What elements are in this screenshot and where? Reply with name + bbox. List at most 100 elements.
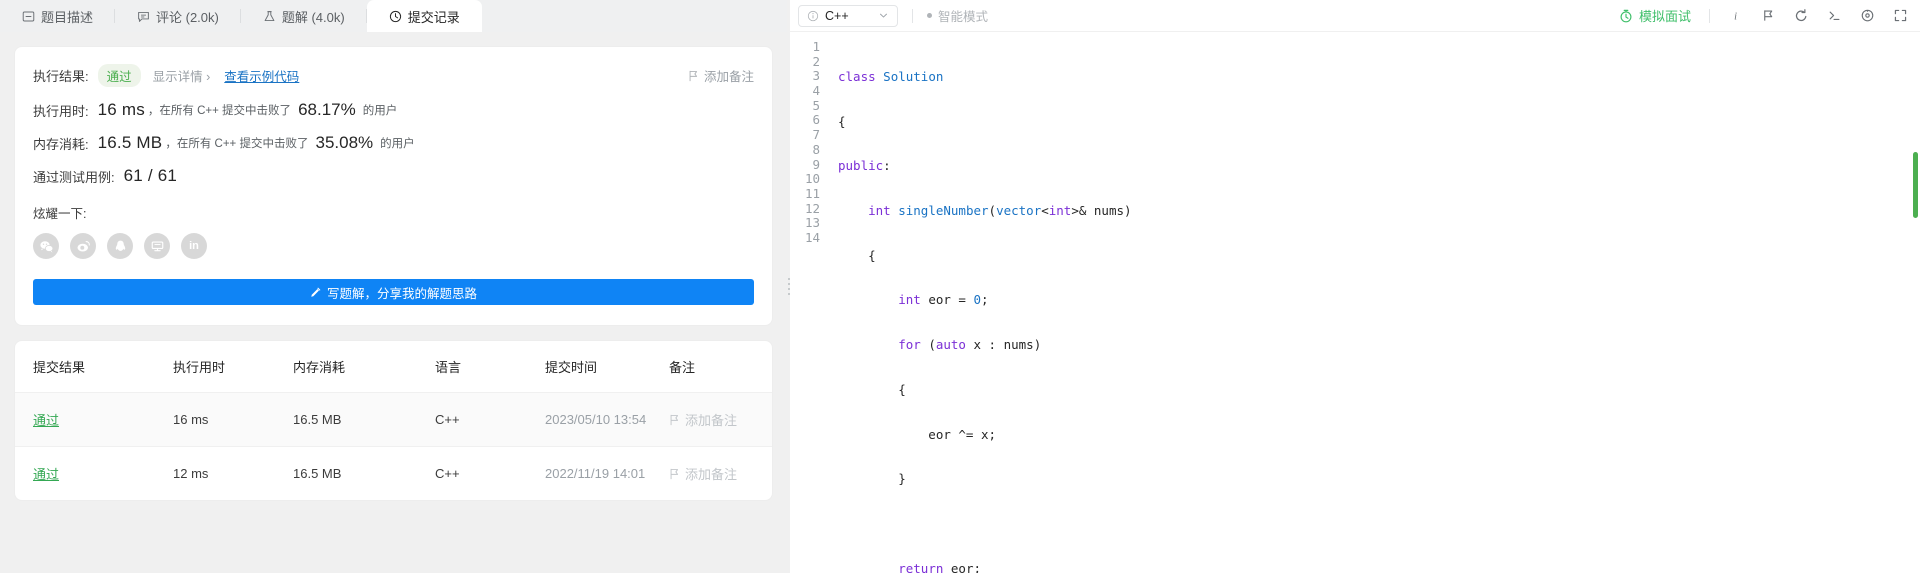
info-icon[interactable]: i xyxy=(1728,8,1743,23)
memory-row: 内存消耗: 16.5 MB ，在所有 C++ 提交中击败了 35.08% 的用户 xyxy=(33,133,754,153)
settings-icon[interactable] xyxy=(1860,8,1875,23)
smart-mode-toggle[interactable]: 智能模式 xyxy=(927,6,988,25)
clock-icon xyxy=(389,10,401,22)
toolbar-separator xyxy=(912,8,913,23)
memory-suffix: 的用户 xyxy=(380,138,415,150)
submission-page: 题目描述 评论 (2.0k) 题解 (4.0k) 提交记录 添加备注 执行结果:… xyxy=(0,0,1920,573)
code-line: int eor = 0; xyxy=(898,292,989,308)
tab-solutions[interactable]: 题解 (4.0k) xyxy=(241,0,367,32)
row-memory: 16.5 MB xyxy=(293,392,435,447)
row-language: C++ xyxy=(435,392,545,447)
row-add-note-button[interactable]: 添加备注 xyxy=(669,464,772,483)
mock-interview-button[interactable]: 模拟面试 xyxy=(1619,6,1691,25)
memory-percentile: 35.08% xyxy=(315,133,374,152)
col-header-time: 提交时间 xyxy=(545,341,669,393)
editor-scrollbar-thumb[interactable] xyxy=(1913,152,1918,218)
editor-panel: C++ 智能模式 模拟面试 i 1 2 3 4 5 6 7 8 9 10 11 … xyxy=(790,0,1920,573)
flag-icon xyxy=(689,70,698,81)
runtime-row: 执行用时: 16 ms ，在所有 C++ 提交中击败了 68.17% 的用户 xyxy=(33,100,754,120)
code-line: return eor; xyxy=(898,560,982,573)
code-line: eor ^= x; xyxy=(838,426,997,442)
code-content[interactable]: class Solution { public: int singleNumbe… xyxy=(828,32,1920,573)
row-runtime: 16 ms xyxy=(173,392,293,447)
result-card: 添加备注 执行结果: 通过 显示详情 › 查看示例代码 执行用时: 16 ms … xyxy=(14,46,773,326)
line-number-gutter: 1234567 8 9 10 11 12 13 14 xyxy=(804,39,820,245)
col-header-language: 语言 xyxy=(435,341,545,393)
row-add-note-label: 添加备注 xyxy=(685,467,738,482)
tab-description[interactable]: 题目描述 xyxy=(0,0,116,32)
row-add-note-label: 添加备注 xyxy=(685,413,738,428)
table-row[interactable]: 通过 16 ms 16.5 MB C++ 2023/05/10 13:54 添加… xyxy=(15,392,772,447)
runtime-value: 16 ms xyxy=(97,100,145,119)
add-note-button[interactable]: 添加备注 xyxy=(688,66,754,85)
row-time: 2022/11/19 14:01 xyxy=(545,466,646,481)
table-row[interactable]: 通过 12 ms 16.5 MB C++ 2022/11/19 14:01 添加… xyxy=(15,447,772,501)
tab-label: 题目描述 xyxy=(41,9,94,25)
pencil-icon xyxy=(311,287,321,297)
write-solution-button[interactable]: 写题解，分享我的解题思路 xyxy=(33,279,754,305)
chevron-down-icon xyxy=(880,13,887,18)
row-add-note-button[interactable]: 添加备注 xyxy=(669,410,772,429)
add-note-label: 添加备注 xyxy=(703,70,754,84)
memory-label: 内存消耗: xyxy=(33,136,89,152)
submission-table-card: 提交结果 执行用时 内存消耗 语言 提交时间 备注 通过 16 ms 16.5 xyxy=(14,340,773,501)
memory-value: 16.5 MB xyxy=(97,133,163,152)
row-status-link[interactable]: 通过 xyxy=(33,467,59,482)
tab-submissions[interactable]: 提交记录 xyxy=(366,0,482,32)
testcase-label: 通过测试用例: xyxy=(33,169,115,185)
runtime-percentile: 68.17% xyxy=(298,100,356,119)
comment-icon xyxy=(138,11,149,22)
view-sample-code-link[interactable]: 查看示例代码 xyxy=(224,66,299,85)
code-line: { xyxy=(838,113,846,129)
editor-scroll-track[interactable] xyxy=(1913,40,1918,565)
result-status-row: 执行结果: 通过 显示详情 › 查看示例代码 xyxy=(33,64,754,87)
row-status-link[interactable]: 通过 xyxy=(33,413,59,428)
col-header-note: 备注 xyxy=(669,341,772,393)
fullscreen-icon[interactable] xyxy=(1893,8,1908,23)
code-line: for (auto x : nums) xyxy=(898,337,1042,353)
forum-icon[interactable] xyxy=(144,233,170,259)
reset-icon[interactable] xyxy=(1794,8,1809,23)
language-label: C++ xyxy=(825,8,849,23)
flask-icon xyxy=(264,10,275,21)
editor-toolbar: C++ 智能模式 模拟面试 i xyxy=(790,0,1920,32)
submission-table: 提交结果 执行用时 内存消耗 语言 提交时间 备注 通过 16 ms 16.5 xyxy=(15,341,772,500)
info-icon xyxy=(807,10,819,21)
memory-prefix: ，在所有 C++ 提交中击败了 xyxy=(165,138,309,150)
language-selector[interactable]: C++ xyxy=(798,4,898,27)
show-detail-link[interactable]: 显示详情 › xyxy=(153,66,211,85)
testcase-value: 61 / 61 xyxy=(123,166,178,185)
code-line: class Solution xyxy=(838,69,944,84)
console-icon[interactable] xyxy=(1827,8,1842,23)
row-memory: 16.5 MB xyxy=(293,466,342,481)
flag-icon[interactable] xyxy=(1761,8,1776,23)
col-header-memory: 内存消耗 xyxy=(293,341,435,393)
left-scroll-area: 添加备注 执行结果: 通过 显示详情 › 查看示例代码 执行用时: 16 ms … xyxy=(0,32,787,573)
tab-bar: 题目描述 评论 (2.0k) 题解 (4.0k) 提交记录 xyxy=(0,0,787,32)
write-solution-label: 写题解，分享我的解题思路 xyxy=(326,286,477,301)
code-line: int singleNumber(vector<int>& nums) xyxy=(868,203,1132,219)
table-header-row: 提交结果 执行用时 内存消耗 语言 提交时间 备注 xyxy=(15,341,772,393)
share-icon-group: in xyxy=(33,233,754,259)
linkedin-icon[interactable]: in xyxy=(181,233,207,259)
mock-interview-label: 模拟面试 xyxy=(1638,9,1691,24)
code-line: { xyxy=(838,247,876,263)
tab-label: 提交记录 xyxy=(407,9,460,25)
col-header-result: 提交结果 xyxy=(15,341,173,393)
code-line: } xyxy=(838,471,906,487)
smart-mode-label: 智能模式 xyxy=(938,10,989,24)
row-time: 2023/05/10 13:54 xyxy=(545,392,669,447)
wechat-icon[interactable] xyxy=(33,233,59,259)
weibo-icon[interactable] xyxy=(70,233,96,259)
flag-icon xyxy=(670,468,679,479)
testcase-row: 通过测试用例: 61 / 61 xyxy=(33,166,754,186)
tab-comments[interactable]: 评论 (2.0k) xyxy=(115,0,241,32)
runtime-label: 执行用时: xyxy=(33,103,89,119)
toolbar-separator xyxy=(1709,8,1710,23)
code-line: { xyxy=(838,381,906,397)
timer-icon xyxy=(1620,9,1632,22)
code-editor[interactable]: 1234567 8 9 10 11 12 13 14 class Solution { pu… xyxy=(790,32,1920,573)
qq-icon[interactable] xyxy=(107,233,133,259)
svg-text:i: i xyxy=(1734,11,1737,22)
